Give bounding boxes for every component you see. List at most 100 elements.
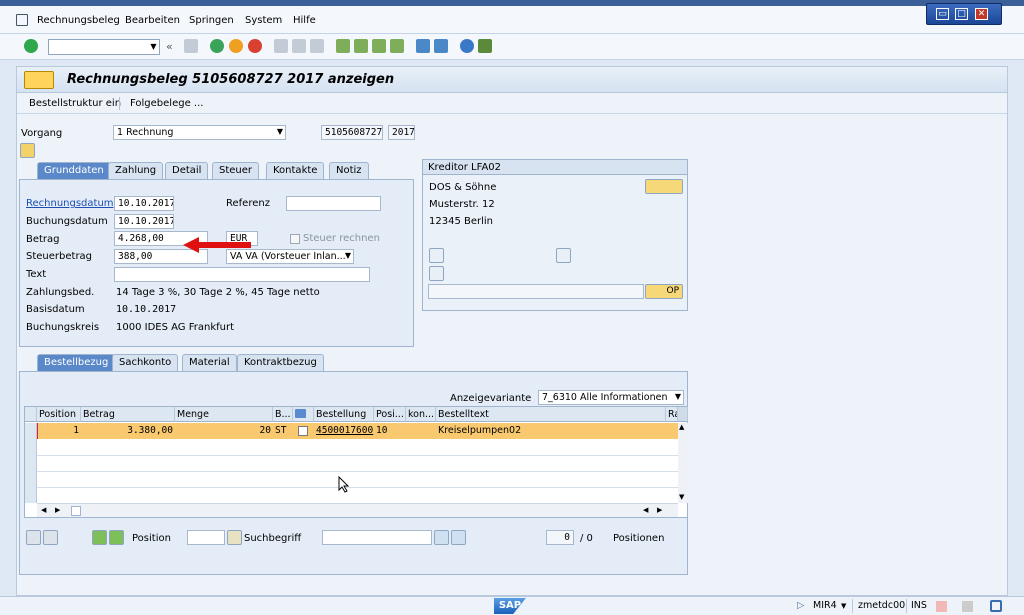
tab-material[interactable]: Material <box>182 354 237 371</box>
referenz-field[interactable] <box>286 196 381 211</box>
scroll-left-icon[interactable]: ◀ <box>41 506 46 514</box>
scroll-thumb[interactable] <box>71 506 81 516</box>
chevron-down-icon[interactable]: ▼ <box>277 126 283 138</box>
transaction-code[interactable]: MIR4 <box>813 600 837 611</box>
rechnungsdatum-field[interactable]: 10.10.2017 <box>114 196 174 211</box>
column-header-posi[interactable]: Posi... <box>374 407 406 422</box>
column-header-kon[interactable]: kon... <box>406 407 436 422</box>
cell-betrag[interactable]: 3.380,00 <box>81 423 175 439</box>
tab-zahlung[interactable]: Zahlung <box>108 162 164 179</box>
text-field[interactable] <box>114 267 370 282</box>
tab-notiz[interactable]: Notiz <box>329 162 369 179</box>
column-header-ra[interactable]: Ra <box>666 407 678 422</box>
tab-grunddaten[interactable]: Grunddaten <box>37 162 111 180</box>
collapse-icon[interactable]: « <box>166 40 173 53</box>
document-overview-icon[interactable] <box>24 71 54 89</box>
kreditor-detail-icon[interactable] <box>645 179 683 194</box>
cell-bestelltext[interactable]: Kreiselpumpen02 <box>436 423 666 439</box>
column-header-bestellmengeneinheit[interactable]: B... <box>273 407 293 422</box>
next-page-icon[interactable] <box>372 39 386 53</box>
chevron-down-icon[interactable]: ▼ <box>148 40 159 54</box>
vertical-scrollbar[interactable]: ▲ ▼ <box>678 423 688 503</box>
layout-menu-icon[interactable] <box>478 39 492 53</box>
find-icon[interactable] <box>292 39 306 53</box>
cell-posi[interactable]: 10 <box>374 423 406 439</box>
column-header-bestelltext[interactable]: Bestelltext <box>436 407 666 422</box>
exit-icon[interactable] <box>229 39 243 53</box>
anzeigevariante-select[interactable]: 7_6310 Alle Informationen ▼ <box>538 390 684 405</box>
column-header-bestellung[interactable]: Bestellung <box>314 407 374 422</box>
chevron-down-icon[interactable]: ▼ <box>345 250 351 262</box>
folgebelege-button[interactable]: Folgebelege ... <box>130 98 203 109</box>
select-all-icon[interactable] <box>26 530 41 545</box>
cell-position[interactable]: 1 <box>37 423 81 439</box>
enter-check-icon[interactable] <box>24 39 38 53</box>
exit-menu-icon[interactable] <box>16 14 28 26</box>
close-icon[interactable]: ✕ <box>975 8 988 20</box>
scroll-left-icon[interactable]: ◀ <box>643 506 648 514</box>
tab-bestellbezug[interactable]: Bestellbezug <box>37 354 116 372</box>
deselect-all-icon[interactable] <box>43 530 58 545</box>
row-selector-column[interactable] <box>25 423 37 503</box>
new-session-icon[interactable] <box>416 39 430 53</box>
search-icon[interactable] <box>434 530 449 545</box>
row-checkbox[interactable] <box>298 426 308 436</box>
op-button[interactable]: OP <box>645 284 683 299</box>
position-input[interactable] <box>187 530 225 545</box>
command-field[interactable] <box>48 39 160 55</box>
tab-kontakte[interactable]: Kontakte <box>266 162 325 179</box>
first-page-icon[interactable] <box>336 39 350 53</box>
menu-system[interactable]: System <box>245 15 282 26</box>
sort-descending-icon[interactable] <box>109 530 124 545</box>
contact-icon[interactable] <box>556 248 571 263</box>
vorgang-select[interactable]: 1 Rechnung ▼ <box>113 125 286 140</box>
column-header-position[interactable]: Position <box>37 407 81 422</box>
cell-menge[interactable]: 20 <box>175 423 273 439</box>
bank-data-icon[interactable] <box>429 248 444 263</box>
scroll-down-icon[interactable]: ▼ <box>679 493 684 501</box>
previous-page-icon[interactable] <box>354 39 368 53</box>
suchbegriff-input[interactable] <box>322 530 432 545</box>
search-next-icon[interactable] <box>451 530 466 545</box>
last-page-icon[interactable] <box>390 39 404 53</box>
print-icon[interactable] <box>274 39 288 53</box>
filter-icon[interactable] <box>429 266 444 281</box>
scroll-right-icon[interactable]: ▶ <box>657 506 662 514</box>
tab-kontraktbezug[interactable]: Kontraktbezug <box>237 354 324 371</box>
shortcut-icon[interactable] <box>434 39 448 53</box>
rechnungsdatum-label[interactable]: Rechnungsdatum <box>26 198 114 209</box>
maximize-icon[interactable]: □ <box>955 8 968 20</box>
buchungsdatum-field[interactable]: 10.10.2017 <box>114 214 174 229</box>
minimize-icon[interactable]: ▭ <box>936 8 949 20</box>
save-icon[interactable] <box>184 39 198 53</box>
insert-mode[interactable]: INS <box>911 600 927 611</box>
cell-bestellung-link[interactable]: 4500017600 <box>314 423 374 439</box>
column-header-status[interactable] <box>293 407 314 422</box>
cancel-icon[interactable] <box>248 39 262 53</box>
menu-hilfe[interactable]: Hilfe <box>293 15 316 26</box>
cell-kon[interactable] <box>406 423 436 439</box>
row-selector-header[interactable] <box>25 407 37 422</box>
bestellstruktur-button[interactable]: Bestellstruktur ein <box>29 98 121 109</box>
tab-detail[interactable]: Detail <box>165 162 209 179</box>
scroll-up-icon[interactable]: ▲ <box>679 423 684 431</box>
goto-position-icon[interactable] <box>227 530 242 545</box>
menu-bearbeiten[interactable]: Bearbeiten <box>125 15 180 26</box>
sort-ascending-icon[interactable] <box>92 530 107 545</box>
chevron-down-icon[interactable]: ▼ <box>841 602 846 610</box>
back-icon[interactable] <box>210 39 224 53</box>
find-next-icon[interactable] <box>310 39 324 53</box>
column-header-betrag[interactable]: Betrag <box>81 407 175 422</box>
menu-springen[interactable]: Springen <box>189 15 234 26</box>
worklist-toggle-icon[interactable] <box>20 143 35 158</box>
column-settings-icon[interactable] <box>678 407 688 422</box>
cell-einheit[interactable]: ST <box>273 423 293 439</box>
status-expand-icon[interactable]: ▷ <box>797 600 804 611</box>
horizontal-scrollbar[interactable]: ◀ ▶ ◀ ▶ <box>37 503 678 517</box>
column-header-menge[interactable]: Menge <box>175 407 273 422</box>
steuer-rechnen-checkbox[interactable] <box>290 234 300 244</box>
lock-icon[interactable] <box>990 600 1002 612</box>
help-icon[interactable] <box>460 39 474 53</box>
menu-rechnungsbeleg[interactable]: Rechnungsbeleg <box>37 15 120 26</box>
scroll-right-icon[interactable]: ▶ <box>55 506 60 514</box>
